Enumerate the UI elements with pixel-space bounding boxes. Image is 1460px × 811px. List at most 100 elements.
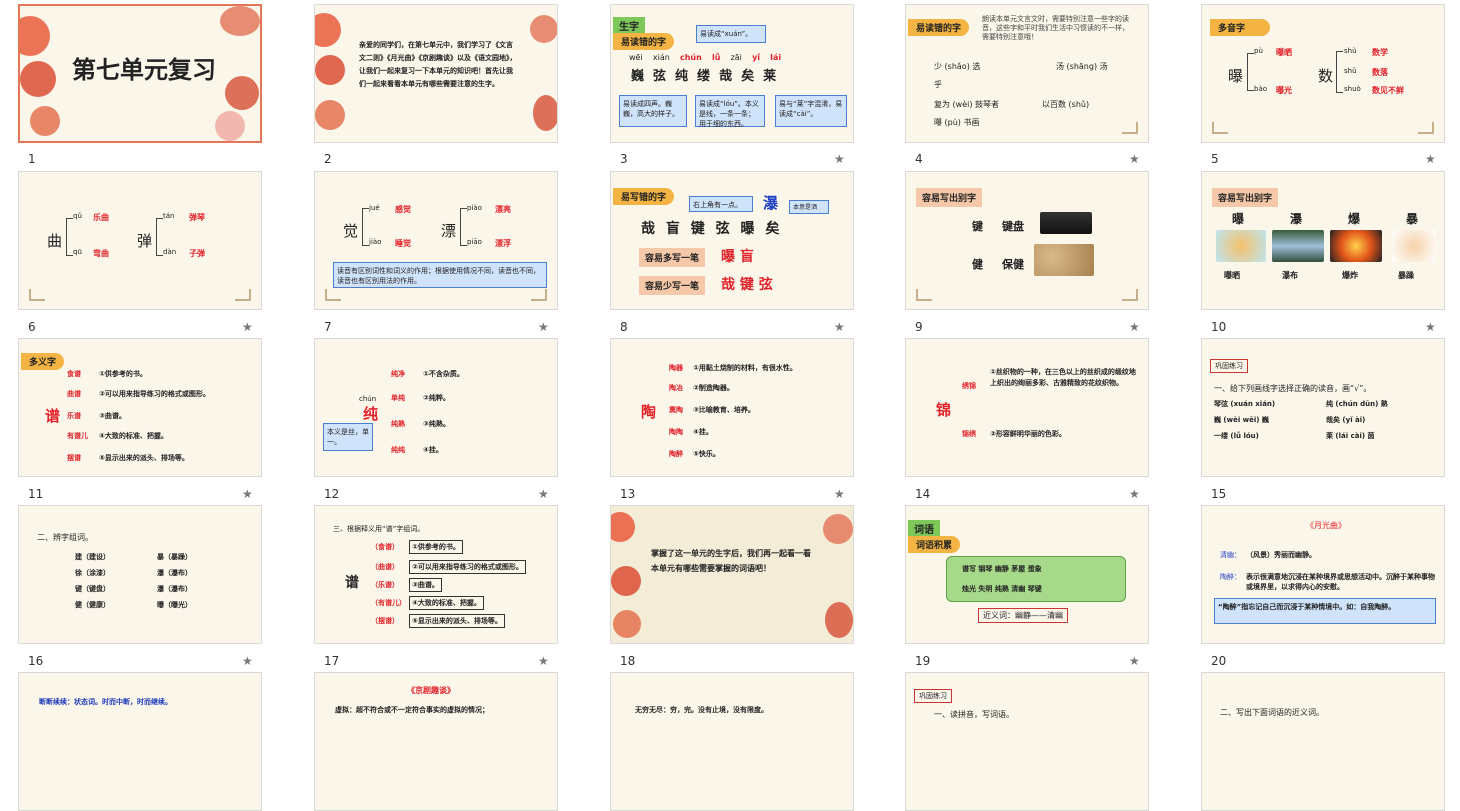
animation-star-icon[interactable]: ★	[538, 487, 549, 501]
slide-number: 12	[324, 487, 340, 501]
slide-thumbnail-1[interactable]: 第七单元复习	[18, 4, 262, 143]
section-label: 生字	[613, 17, 645, 34]
slide-thumbnail-7[interactable]: 觉 jué 感觉 jiào 睡觉 漂 piào 漂亮 piāo 漂浮 读音有区别…	[314, 171, 558, 310]
slide-thumbnail-11[interactable]: 多义字 谱 食谱 ①供参考的书。 曲谱 ②可以用来指导练习的格式或图形。 乐谱 …	[18, 338, 262, 477]
char: 健	[972, 258, 983, 271]
slide-thumbnail-6[interactable]: 曲 qǔ 乐曲 qū 弯曲 弹 tán 弹琴 dàn 子弹	[18, 171, 262, 310]
pinyin: jiào	[369, 238, 382, 246]
slide-thumbnail-17[interactable]: 三、根据释义用“谱”字组词。 谱 （食谱） ①供参考的书。 （曲谱） ②可以用来…	[314, 505, 558, 644]
char: 缕	[697, 69, 720, 84]
slide-title: 第七单元复习	[72, 56, 216, 84]
animation-star-icon[interactable]: ★	[538, 320, 549, 334]
slide-thumbnail-18[interactable]: 掌握了这一单元的生字后，我们再一起看一看本单元有哪些需要掌握的词语吧！	[610, 505, 854, 644]
flower-decoration	[825, 602, 853, 638]
slide-thumbnail-19[interactable]: 词语 词语积累 谱写 钢琴 幽静 茅屋 蛋象 烛光 失明 纯熟 清幽 琴键 近义…	[905, 505, 1149, 644]
definition: ③比喻教育、培养。	[693, 406, 755, 414]
corner-ornament	[531, 289, 547, 301]
pinyin: wēi	[629, 53, 643, 62]
polyphone-char: 曝	[1228, 67, 1244, 85]
animation-star-icon[interactable]: ★	[1425, 320, 1436, 334]
slide-thumbnail-4[interactable]: 易读错的字 朗读本单元文言文时，需要特别注意一些字的读音，这些字和平时我们生活中…	[905, 4, 1149, 143]
slide-thumbnail-15[interactable]: 巩固练习 一、给下列画线字选择正确的读音，画“√”。 琴弦 (xuán xián…	[1201, 338, 1445, 477]
example-word: 子弹	[189, 249, 205, 258]
slide-thumbnail-12[interactable]: chún 纯 本义是丝，单一。 纯净 ①不含杂质。 单纯 ②纯粹。 纯熟 ③纯熟…	[314, 338, 558, 477]
flower-decoration	[613, 610, 641, 638]
definition: ③曲谱。	[409, 578, 442, 592]
exercise-item: 建（建设）	[75, 553, 110, 561]
pinyin: piāo	[467, 238, 482, 246]
flower-decoration	[225, 76, 259, 110]
slide-thumbnail-3[interactable]: 生字 易读错的字 易读成“xuán”。 wēi xián chún lǚ zāi…	[610, 4, 854, 143]
slide-number: 15	[1211, 487, 1227, 501]
char: 暴	[1406, 212, 1419, 226]
slide-thumbnail-14[interactable]: 锦 绣锦 ①丝织物的一种，在三色以上的丝织成的缎纹地上织出的绚丽多彩、古雅精致的…	[905, 338, 1149, 477]
animation-star-icon[interactable]: ★	[242, 487, 253, 501]
pinyin: qǔ	[73, 212, 82, 220]
animation-star-icon[interactable]: ★	[1129, 654, 1140, 668]
definition: ④大致的标准、把握。	[99, 432, 168, 440]
word: 陶醉	[669, 450, 683, 458]
char: 爆	[1348, 212, 1361, 226]
category-tag: 多义字	[21, 353, 65, 370]
slide-thumbnail-13[interactable]: 陶 陶器 ①用黏土烧制的材料，有很水性。 陶冶 ②制造陶器。 熏陶 ③比喻教育、…	[610, 338, 854, 477]
slide-thumbnail-20[interactable]: 《月光曲》 清幽： （风景）秀丽而幽静。 陶醉： 表示很满意地沉浸在某种境界或思…	[1201, 505, 1445, 644]
word: 纯纯	[391, 446, 405, 454]
note-box: “陶醉”指忘记自己而沉浸于某种情境中。如：自我陶醉。	[1214, 598, 1436, 624]
bracket	[460, 208, 467, 246]
slide-thumbnail-8[interactable]: 易写错的字 右上角有一点。 瀑 本意是洒 哉 盲 键 弦 曝 矣 容易多写一笔 …	[610, 171, 854, 310]
definition: ⑤显示出来的派头、排场等。	[99, 454, 189, 462]
animation-star-icon[interactable]: ★	[834, 320, 845, 334]
char: 巍	[631, 69, 654, 84]
animation-star-icon[interactable]: ★	[1129, 487, 1140, 501]
note-box: 本义是丝，单一。	[323, 423, 373, 451]
word: 陶器	[669, 364, 683, 372]
word: 摆谱	[67, 454, 81, 462]
animation-star-icon[interactable]: ★	[1425, 152, 1436, 166]
animation-star-icon[interactable]: ★	[538, 654, 549, 668]
highlight-char: 瀑	[763, 194, 779, 212]
main-char: 谱	[345, 575, 359, 591]
slide-thumbnail-23[interactable]: 无穷无尽：穷，完。没有止境，没有限度。	[610, 672, 854, 811]
pinyin: lǚ	[711, 53, 721, 62]
slide-thumbnail-10[interactable]: 容易写出别字 曝 瀑 爆 暴 曝晒 瀑布 爆炸 暴躁	[1201, 171, 1445, 310]
slide-thumbnail-25[interactable]: 二、写出下面词语的近义词。	[1201, 672, 1445, 811]
animation-star-icon[interactable]: ★	[242, 654, 253, 668]
word: （乐谱）	[371, 581, 399, 589]
exercise-tag: 巩固练习	[914, 689, 952, 703]
definition: ①供参考的书。	[409, 540, 463, 554]
word: 锦绣	[962, 430, 976, 438]
pinyin: chún	[679, 53, 702, 62]
question-text: 二、辨字组词。	[37, 533, 93, 542]
slide-thumbnail-2[interactable]: 亲爱的同学们，在第七单元中，我们学习了《文言文二则》《月光曲》《京剧趣谈》以及《…	[314, 4, 558, 143]
bracket	[1247, 53, 1254, 91]
word: 保健	[1002, 258, 1024, 271]
definition: 表示很满意地沉浸在某种境界或思想活动中。沉醉于某种事物或境界里，以求得内心的安慰…	[1246, 573, 1435, 591]
char: 曝	[1232, 212, 1245, 226]
definition: ②形容鲜明华丽的色彩。	[990, 430, 1066, 438]
animation-star-icon[interactable]: ★	[1129, 320, 1140, 334]
synonym-box: 近义词：幽静——清幽	[978, 608, 1068, 623]
slide-thumbnail-24[interactable]: 巩固练习 一、读拼音，写词语。	[905, 672, 1149, 811]
bracket	[156, 218, 163, 256]
slide-number: 4	[915, 152, 923, 166]
keyboard-image	[1040, 212, 1092, 234]
flower-decoration	[530, 15, 557, 43]
example-word: 弹琴	[189, 213, 205, 222]
definition: ④大致的标准、把握。	[409, 596, 484, 610]
animation-star-icon[interactable]: ★	[242, 320, 253, 334]
animation-star-icon[interactable]: ★	[1129, 152, 1140, 166]
definition: ②制造陶器。	[693, 384, 734, 392]
sun-image	[1216, 230, 1266, 262]
slide-thumbnail-5[interactable]: 多音字 曝 pù 曝晒 bào 曝光 数 shù 数学 shǔ 数落 shuò …	[1201, 4, 1445, 143]
slide-thumbnail-21[interactable]: 断断续续：状态词。时而中断，时而继续。	[18, 672, 262, 811]
definition: 虚拟：超不符合或不一定符合事实的虚拟的情况；	[335, 706, 489, 714]
slide-thumbnail-9[interactable]: 容易写出别字 键 键盘 健 保健	[905, 171, 1149, 310]
definition: ②可以用来指导练习的格式或图形。	[99, 390, 210, 398]
animation-star-icon[interactable]: ★	[834, 152, 845, 166]
word: 纯熟	[391, 420, 405, 428]
slide-thumbnail-16[interactable]: 二、辨字组词。 建（建设） 暴（暴躁） 徐（涂漆） 瀑（瀑布） 键（键盘） 瀑（…	[18, 505, 262, 644]
slide-thumbnail-22[interactable]: 《京剧趣谈》 虚拟：超不符合或不一定符合事实的虚拟的情况；	[314, 672, 558, 811]
animation-star-icon[interactable]: ★	[834, 487, 845, 501]
answer-chars: 曝 盲	[721, 249, 754, 265]
definition: ②纯粹。	[423, 394, 450, 402]
